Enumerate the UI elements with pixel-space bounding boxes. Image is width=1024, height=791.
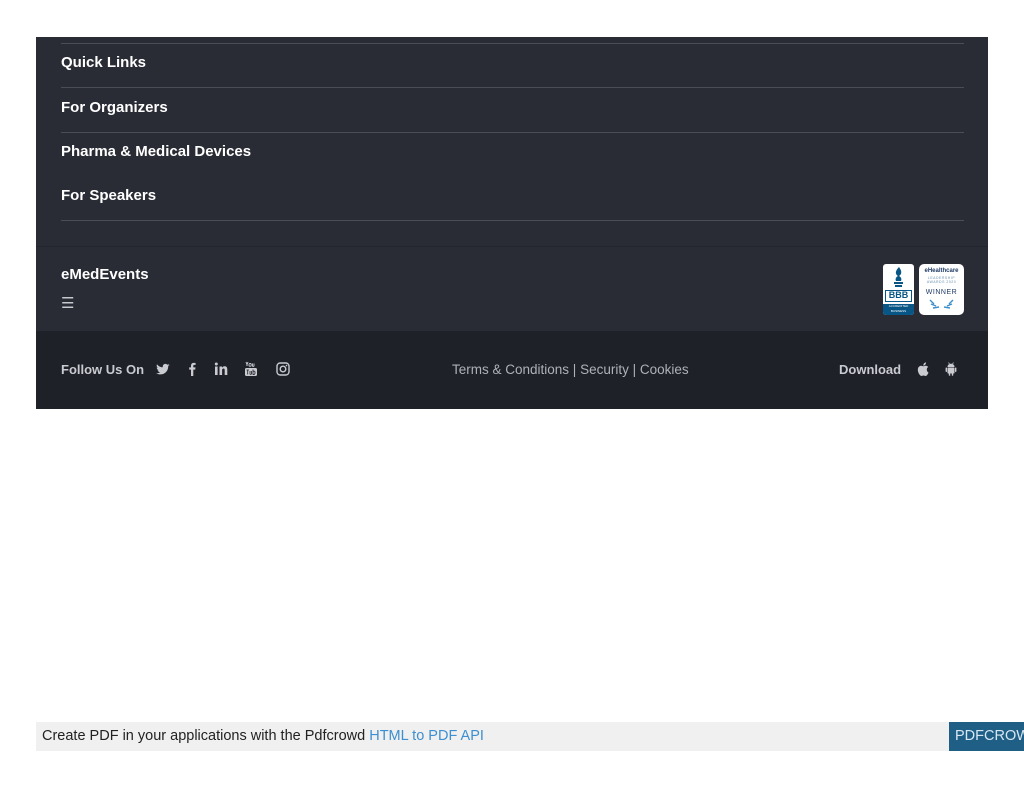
separator: | [628,362,640,377]
footer-brand-section: eMedEvents ☰ BBB ACCREDITED BUSINESS eHe… [36,246,988,331]
footer-links-section: Quick Links For Organizers Pharma & Medi… [36,37,988,246]
android-icon[interactable] [943,361,959,377]
terms-conditions-link[interactable]: Terms & Conditions [452,362,569,377]
hamburger-menu-icon[interactable]: ☰ [61,296,74,312]
pdfcrowd-banner: Create PDF in your applications with the… [36,722,1024,751]
footer-link-pharma-medical-devices[interactable]: Pharma & Medical Devices [61,142,251,162]
cookies-link[interactable]: Cookies [640,362,689,377]
banner-text: Create PDF in your applications with the… [42,728,370,744]
divider [61,43,964,44]
divider [61,220,964,221]
ehealthcare-award-badge[interactable]: eHealthcare LEADERSHIP AWARDS 2020 WINNE… [919,264,964,315]
award-winner-label: WINNER [925,289,958,296]
divider [61,132,964,133]
laurel-icon [929,299,954,309]
bbb-accredited-badge[interactable]: BBB ACCREDITED BUSINESS [883,264,914,315]
site-footer: Quick Links For Organizers Pharma & Medi… [36,37,988,409]
legal-links: Terms & Conditions | Security | Cookies [452,362,689,377]
footer-link-for-organizers[interactable]: For Organizers [61,98,168,118]
apple-icon[interactable] [915,361,931,377]
bbb-torch-icon [894,267,903,287]
twitter-icon[interactable] [155,361,171,377]
download-label: Download [839,362,902,377]
facebook-icon[interactable] [184,361,200,377]
brand-name[interactable]: eMedEvents [61,266,149,283]
footer-bottom-bar: Follow Us On Terms & Conditions | Securi… [36,331,988,409]
pdfcrowd-brand-button[interactable]: PDFCROWD [949,722,1024,751]
html-to-pdf-api-link[interactable]: HTML to PDF API [369,728,484,744]
instagram-icon[interactable] [275,361,291,377]
award-title: eHealthcare [924,268,959,274]
linkedin-icon[interactable] [213,361,229,377]
security-link[interactable]: Security [580,362,629,377]
pdfcrowd-banner-text: Create PDF in your applications with the… [42,728,484,744]
bbb-mark: BBB [885,290,912,302]
footer-link-for-speakers[interactable]: For Speakers [61,186,156,206]
youtube-icon[interactable] [243,361,259,377]
separator: | [569,362,581,377]
award-subtitle: LEADERSHIP AWARDS 2020 [926,276,957,284]
divider [61,87,964,88]
bbb-footer-text: ACCREDITED BUSINESS [883,304,914,315]
follow-us-label: Follow Us On [61,362,145,377]
footer-link-quick-links[interactable]: Quick Links [61,53,146,73]
